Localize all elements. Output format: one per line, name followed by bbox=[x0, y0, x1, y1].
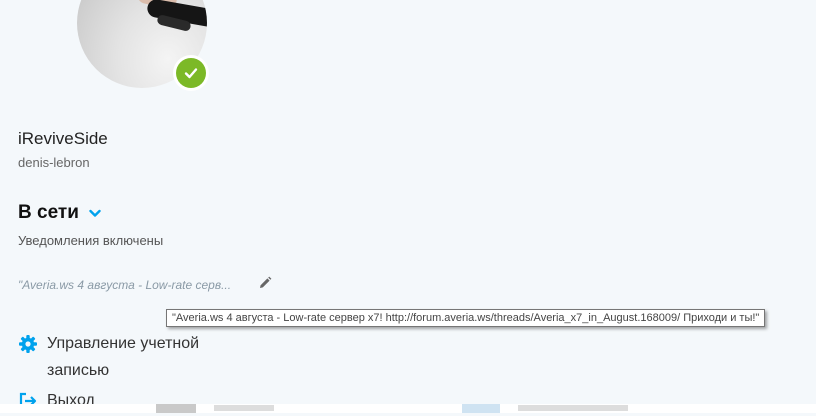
manage-account-button[interactable]: Управление учетной записью bbox=[18, 333, 247, 384]
pencil-icon[interactable] bbox=[258, 276, 272, 290]
status-label: В сети bbox=[18, 202, 79, 223]
thumbnail bbox=[462, 404, 500, 413]
mood-tooltip: "Averia.ws 4 августа - Low-rate сервер x… bbox=[166, 309, 766, 327]
mood-message[interactable]: "Averia.ws 4 августа - Low-rate серв... bbox=[18, 278, 231, 292]
notifications-status: Уведомления включены bbox=[18, 233, 164, 248]
thumbnail bbox=[156, 404, 196, 413]
gear-icon bbox=[18, 334, 38, 354]
text-placeholder bbox=[214, 405, 274, 411]
profile-panel: iReviveSide denis-lebron В сети Уведомле… bbox=[0, 0, 816, 410]
presence-badge bbox=[173, 55, 209, 91]
display-name: iReviveSide bbox=[18, 129, 108, 148]
text-placeholder bbox=[518, 405, 628, 411]
background-content-strip bbox=[0, 404, 816, 413]
username: denis-lebron bbox=[18, 155, 90, 170]
manage-account-label: Управление учетной записью bbox=[47, 335, 200, 379]
status-selector[interactable]: В сети bbox=[18, 202, 101, 224]
check-icon bbox=[176, 58, 206, 88]
chevron-down-icon[interactable] bbox=[89, 209, 101, 218]
